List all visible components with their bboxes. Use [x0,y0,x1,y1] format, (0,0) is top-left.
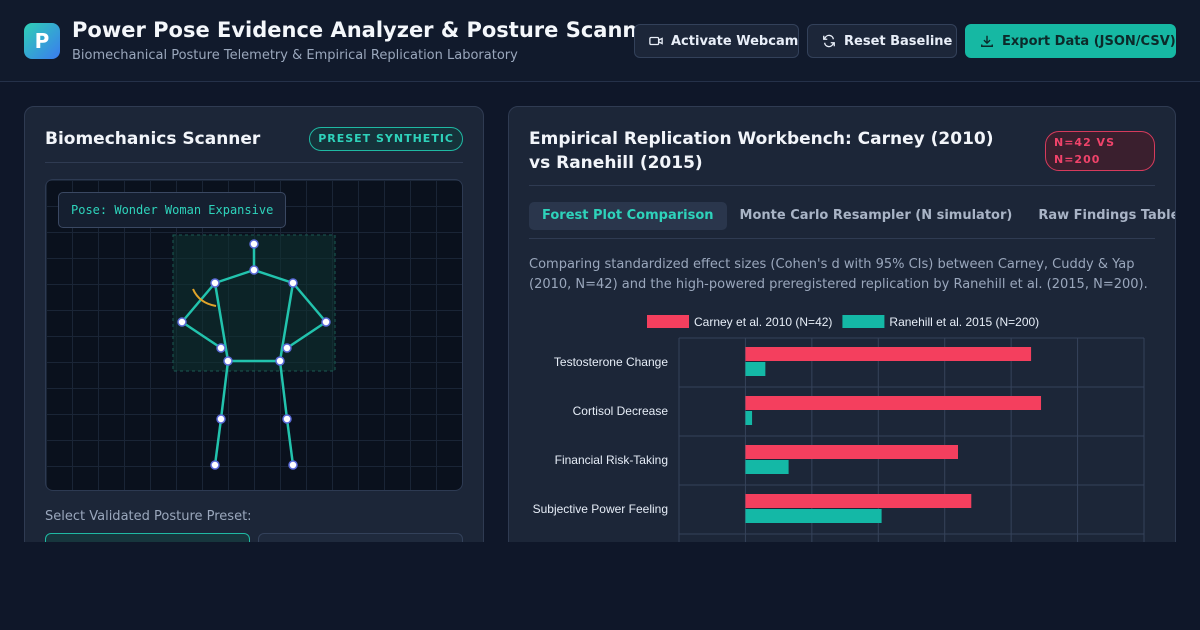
pose-label: Pose: Wonder Woman Expansive [58,192,287,228]
bar-carney [745,494,972,508]
bar-ranehill [745,411,753,425]
preset-synthetic-badge: PRESET SYNTHETIC [309,127,463,151]
reset-baseline-label: Reset Baseline [844,33,953,49]
legend-swatch-0 [647,315,689,328]
bar-ranehill [745,509,882,523]
workbench-title: Empirical Replication Workbench: Carney … [529,129,994,173]
bar-ranehill [745,362,766,376]
app-subtitle: Biomechanical Posture Telemetry & Empiri… [72,48,518,63]
export-data-button[interactable]: Export Data (JSON/CSV) [965,24,1176,58]
tab-raw-findings[interactable]: Raw Findings Table [1025,202,1175,230]
forest-plot-chart: Carney et al. 2010 (N=42) Ranehill et al.… [533,315,1145,565]
app-title: Power Pose Evidence Analyzer & Posture S… [72,18,662,42]
preset-select-label: Select Validated Posture Preset: [45,509,252,524]
download-icon [981,35,993,47]
chart-description: Comparing standardized effect sizes (Coh… [529,257,1148,292]
posture-scanner-view[interactable]: Pose: Wonder Woman Expansive [45,179,463,491]
workbench-divider-tabs [529,238,1155,239]
workbench-tabs: Forest Plot Comparison Monte Carlo Resam… [529,202,1175,230]
workbench-divider-top [529,185,1155,186]
page-bottom-background [0,542,1200,630]
legend-label-1: Ranehill et al. 2015 (N=200) [889,315,1039,329]
video-camera-icon [649,36,663,46]
scanner-panel-title: Biomechanics Scanner [45,129,261,149]
activate-webcam-label: Activate Webcam [671,33,799,49]
app-logo: P [24,23,60,59]
bar-ranehill [745,460,789,474]
bar-carney [745,347,1032,361]
sample-size-badge: N=42 VS N=200 [1045,131,1155,171]
app-header: P Power Pose Evidence Analyzer & Posture… [0,0,1200,82]
replication-workbench-panel: Empirical Replication Workbench: Carney … [508,106,1176,566]
category-label: Subjective Power Feeling [533,502,668,516]
legend-label-0: Carney et al. 2010 (N=42) [694,315,832,329]
reset-baseline-button[interactable]: Reset Baseline [807,24,957,58]
export-data-label: Export Data (JSON/CSV) [1002,33,1176,49]
biomechanics-scanner-panel: Biomechanics Scanner PRESET SYNTHETIC Po… [24,106,484,566]
activate-webcam-button[interactable]: Activate Webcam [634,24,799,58]
category-label: Cortisol Decrease [573,404,669,418]
bar-carney [745,445,958,459]
bar-carney [745,396,1042,410]
tab-monte-carlo[interactable]: Monte Carlo Resampler (N simulator) [727,202,1026,230]
legend-swatch-1 [842,315,885,328]
tab-forest-plot[interactable]: Forest Plot Comparison [529,202,727,230]
refresh-icon [823,34,835,48]
category-label: Testosterone Change [554,355,668,369]
category-label: Financial Risk-Taking [555,453,668,467]
scanner-divider [45,162,463,163]
